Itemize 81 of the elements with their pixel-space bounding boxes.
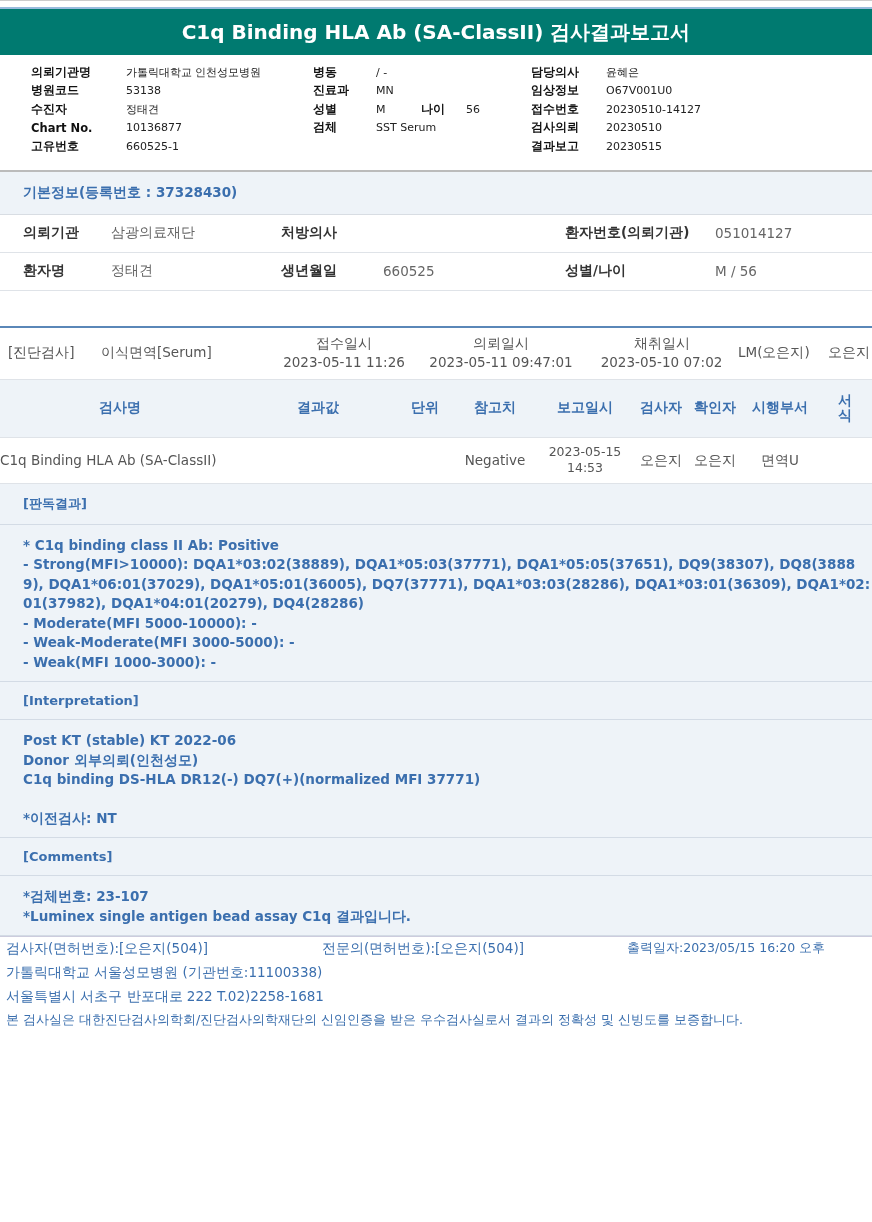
field-value: MN: [376, 84, 395, 98]
field-value: SST Serum: [376, 121, 438, 135]
lab-name: LM(오은지): [738, 344, 811, 362]
field-label: 결과보고: [531, 138, 580, 154]
signature-text: 출력일자:2023/05/15 16:20 오후: [627, 940, 827, 957]
result-text: *이전검사: NT: [23, 808, 118, 828]
field-value: 660525: [383, 263, 436, 279]
field-value: 051014127: [715, 225, 794, 241]
staff-name: 오은지: [828, 344, 871, 362]
report-title: C1q Binding HLA Ab (SA-ClassII) 검사결과보고서: [0, 7, 872, 55]
field-label: 성별: [313, 101, 338, 117]
section-heading: [Interpretation]: [0, 682, 872, 720]
field-label: 의뢰기관명: [31, 64, 92, 80]
field-value: 660525-1: [126, 139, 180, 153]
field-value: 56: [466, 102, 481, 116]
column-header: 검사명: [98, 399, 142, 417]
field-label: 의뢰기관: [23, 224, 80, 242]
field-value: 20230515: [606, 139, 663, 153]
date-value: 2023-05-11 09:47:01: [429, 353, 573, 372]
section-heading: [Comments]: [0, 838, 872, 876]
field-value: 윤혜은: [606, 64, 640, 80]
footer-text: 서울특별시 서초구 반포대로 222 T.02)2258-1681: [6, 987, 325, 1006]
field-label: 나이: [421, 101, 446, 117]
column-header: 단위: [410, 399, 440, 417]
result-text: Post KT (stable) KT 2022-06 Donor 외부의뢰(인천성모) C1q binding DS-HLA DR12(-) DQ7(+)(normalized MFI 37771): [23, 731, 482, 789]
table-cell-text: 오은지: [639, 452, 683, 468]
field-value: 정태견: [111, 262, 154, 280]
section-heading: 기본정보(등록번호 : 37328430): [0, 171, 872, 215]
column-header: 서식: [837, 393, 852, 423]
table-cell-text: 오은지: [693, 452, 737, 468]
column-header: 검사자: [639, 399, 683, 417]
field-label: 접수번호: [531, 101, 580, 117]
date-value: 2023-05-10 07:02: [600, 353, 723, 372]
field-label: 처방의사: [281, 224, 338, 242]
date-label: 채취일시: [633, 334, 690, 353]
order-category: [진단검사]: [8, 344, 76, 362]
signature-text: 검사자(면허번호):[오은지(504)]: [6, 940, 209, 958]
field-value: M / 56: [715, 263, 758, 279]
table-cell-text: Negative: [463, 452, 527, 468]
date-label: 접수일시: [316, 334, 372, 353]
field-value: 53138: [126, 84, 162, 98]
field-value: 20230510-14127: [606, 102, 702, 116]
field-label: 생년월일: [281, 262, 338, 280]
field-label: 임상정보: [531, 83, 580, 99]
field-label: 환자번호(의뢰기관): [565, 224, 691, 242]
field-label: Chart No.: [31, 120, 94, 135]
field-label: 진료과: [313, 83, 350, 99]
field-value: 가톨릭대학교 인천성모병원: [126, 64, 263, 80]
field-value: / -: [376, 65, 389, 79]
column-header: 참고치: [473, 399, 517, 417]
field-value: 10136877: [126, 121, 183, 135]
field-label: 담당의사: [531, 64, 580, 80]
field-value: O67V001U0: [606, 84, 674, 98]
field-value: 20230510: [606, 121, 663, 135]
date-label: 의뢰일시: [473, 334, 529, 353]
result-text: *검체번호: 23-107 *Luminex single antigen bead assay C1q 결과입니다.: [23, 887, 412, 926]
field-value: 삼광의료재단: [111, 224, 196, 242]
table-cell-text: 면역U: [760, 452, 800, 468]
result-text: * C1q binding class II Ab: Positive - Strong(MFI>10000): DQA1*03:02(38889), DQA1*05:03(37771), DQA1*05:05(37651), DQ9(38307), DQ8(38889), DQA1*06:01(37029), DQA1*05:01(36005), DQ7(37771), DQA1*03:03(28286), DQA1*03:01(36309), DQA1*02:01(37982), DQA1*04:01(20279), DQ4(28286) - Moderate(MFI 5000-10000): - - Weak-Moderate(MFI 3000-5000): - - Weak(MFI 1000-3000): -: [23, 535, 872, 672]
signature-text: 전문의(면허번호):[오은지(504)]: [322, 940, 525, 958]
field-label: 검사의뢰: [531, 120, 580, 136]
column-header: 시행부서: [751, 399, 809, 417]
table-cell-text: C1q Binding HLA Ab (SA-ClassII): [0, 452, 218, 468]
footer-text: 가톨릭대학교 서울성모병원 (기관번호:11100338): [6, 963, 324, 982]
table-cell-text: 2023-05-15 14:53: [547, 444, 623, 476]
field-value: 정태견: [126, 101, 160, 117]
section-heading: [판독결과]: [0, 483, 872, 525]
field-label: 수진자: [31, 101, 68, 117]
field-label: 병동: [313, 64, 338, 80]
field-label: 고유번호: [31, 138, 80, 154]
column-header: 결과값: [295, 399, 340, 417]
footer-text: 본 검사실은 대한진단검사의학회/진단검사의학재단의 신임인증을 받은 우수검사실로서 결과의 정확성 및 신빙도를 보증합니다.: [6, 1011, 744, 1029]
field-label: 환자명: [23, 262, 66, 280]
column-header: 확인자: [693, 399, 737, 417]
order-department: 이식면역[Serum]: [101, 344, 213, 362]
field-value: M: [376, 102, 387, 116]
field-label: 성별/나이: [565, 262, 627, 280]
column-header: 보고일시: [556, 399, 614, 417]
date-value: 2023-05-11 11:26: [283, 353, 405, 372]
field-label: 병원코드: [31, 83, 80, 99]
field-label: 검체: [313, 120, 338, 136]
